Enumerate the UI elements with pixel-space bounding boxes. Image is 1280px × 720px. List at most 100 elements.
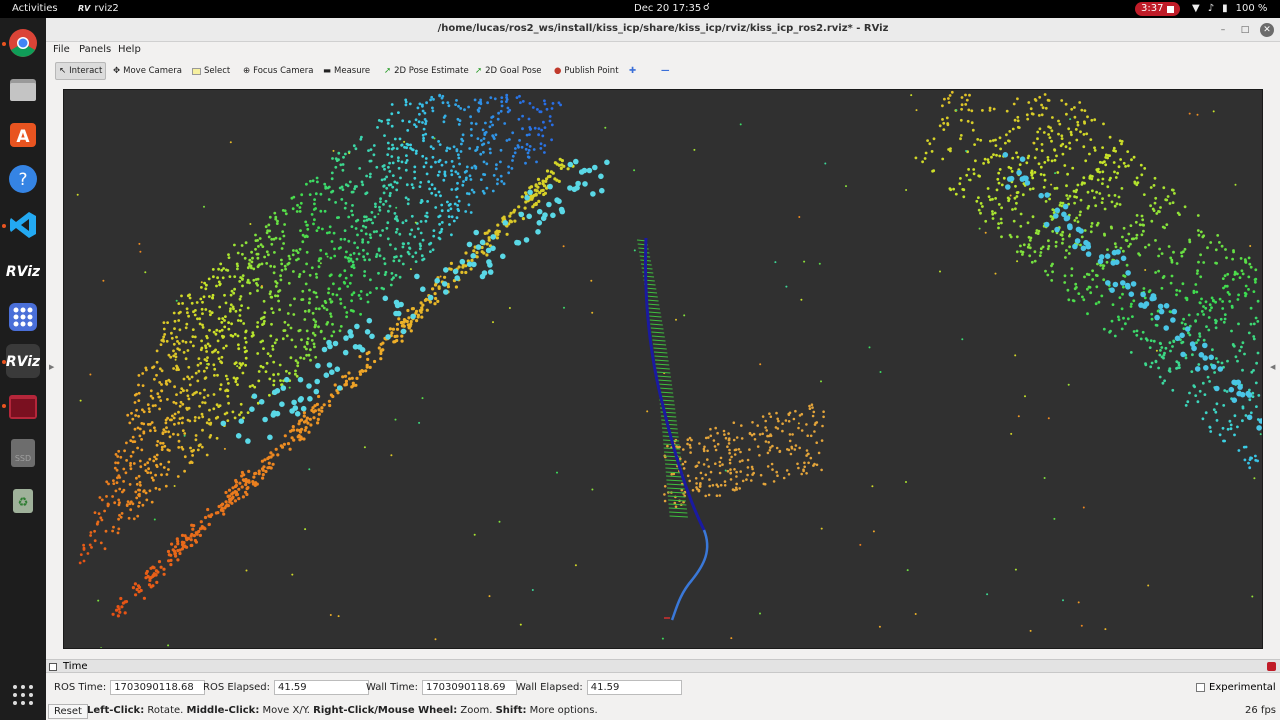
- experimental-checkbox[interactable]: [1196, 683, 1205, 692]
- point: [337, 151, 341, 155]
- point: [418, 309, 422, 313]
- activities-button[interactable]: Activities: [12, 3, 58, 14]
- point: [975, 199, 979, 203]
- close-button[interactable]: ✕: [1260, 23, 1274, 37]
- point: [764, 419, 767, 423]
- screen-recording-indicator[interactable]: 3:37: [1135, 2, 1181, 16]
- point: [1031, 176, 1035, 180]
- ros-elapsed-field[interactable]: 41.59: [274, 680, 369, 695]
- point: [859, 543, 862, 546]
- point: [133, 427, 137, 431]
- files-icon[interactable]: [6, 72, 40, 106]
- collapse-left-arrow-icon[interactable]: ▶: [49, 363, 54, 371]
- show-apps-grid-icon[interactable]: [6, 300, 40, 334]
- pose-estimate-tool[interactable]: ➚ 2D Pose Estimate: [381, 62, 472, 80]
- point: [712, 439, 716, 442]
- app-menu[interactable]: RV rviz2: [78, 3, 119, 14]
- panel-checkbox[interactable]: [49, 663, 57, 671]
- point: [962, 195, 966, 199]
- point: [775, 470, 778, 474]
- point: [238, 366, 242, 370]
- point: [278, 363, 282, 367]
- select-tool[interactable]: Select: [189, 62, 233, 80]
- wall-time-field[interactable]: 1703090118.69: [421, 680, 517, 695]
- vscode-icon[interactable]: [6, 208, 40, 242]
- maximize-button[interactable]: □: [1238, 23, 1252, 37]
- measure-label: Measure: [334, 66, 371, 76]
- point: [244, 241, 248, 245]
- point: [386, 221, 390, 225]
- collapse-right-arrow-icon[interactable]: ◀: [1270, 363, 1275, 371]
- point: [670, 472, 673, 476]
- point: [200, 525, 204, 529]
- focus-camera-tool[interactable]: ⊕ Focus Camera: [240, 62, 316, 80]
- point: [227, 256, 231, 259]
- wall-elapsed-field[interactable]: 41.59: [586, 680, 682, 695]
- goal-pose-tool[interactable]: ➚ 2D Goal Pose: [472, 62, 545, 80]
- point: [162, 572, 166, 576]
- clock[interactable]: Dec 20 17:35: [634, 3, 701, 14]
- menu-help[interactable]: Help: [118, 44, 141, 55]
- menu-panels[interactable]: Panels: [79, 44, 111, 55]
- ros-time-field[interactable]: 1703090118.68: [110, 680, 206, 695]
- point: [1215, 402, 1219, 406]
- point: [1038, 254, 1042, 257]
- point: [140, 438, 143, 441]
- point: [1225, 256, 1228, 260]
- point: [792, 417, 796, 421]
- interact-tool[interactable]: ↖ Interact: [55, 62, 107, 80]
- point: [1043, 161, 1047, 164]
- point: [204, 308, 208, 311]
- point: [1019, 156, 1026, 162]
- terminal-icon[interactable]: [6, 390, 40, 424]
- help-icon[interactable]: ?: [6, 162, 40, 196]
- time-panel-header[interactable]: Time: [46, 659, 1280, 673]
- point: [541, 179, 545, 183]
- point: [457, 123, 461, 126]
- move-camera-tool[interactable]: ✥ Move Camera: [110, 62, 185, 80]
- point: [438, 143, 442, 146]
- experimental-toggle[interactable]: Experimental: [1196, 682, 1276, 693]
- publish-point-tool[interactable]: ● Publish Point: [551, 62, 622, 80]
- point: [97, 599, 100, 602]
- window-titlebar[interactable]: /home/lucas/ros2_ws/install/kiss_icp/sha…: [46, 18, 1280, 42]
- add-tool-button[interactable]: ✚: [626, 62, 639, 80]
- menu-file[interactable]: File: [53, 44, 70, 55]
- point: [305, 234, 308, 238]
- point: [535, 160, 538, 164]
- point: [398, 137, 402, 141]
- minimize-button[interactable]: –: [1216, 23, 1230, 37]
- point: [89, 534, 92, 537]
- point: [198, 404, 202, 408]
- point: [338, 186, 342, 190]
- app-grid-icon[interactable]: [6, 678, 40, 712]
- point: [1190, 370, 1194, 373]
- rviz-icon[interactable]: RViz: [6, 254, 40, 288]
- point: [183, 434, 186, 437]
- render-viewport[interactable]: [63, 89, 1263, 649]
- point: [302, 414, 306, 418]
- ssd-drive-icon[interactable]: SSD: [6, 436, 40, 470]
- rviz-active-icon[interactable]: RViz: [6, 344, 40, 378]
- point: [1130, 281, 1137, 287]
- point: [149, 389, 153, 393]
- point: [347, 259, 351, 263]
- point: [1102, 122, 1105, 126]
- point: [346, 285, 350, 288]
- point: [394, 230, 398, 234]
- measure-tool[interactable]: ▬ Measure: [320, 62, 373, 80]
- point: [309, 358, 312, 362]
- software-icon[interactable]: A: [6, 116, 40, 150]
- remove-tool-button[interactable]: —: [658, 62, 673, 80]
- point: [1160, 252, 1164, 256]
- point: [691, 489, 695, 492]
- trash-icon[interactable]: ♻: [6, 482, 40, 516]
- point: [271, 462, 275, 466]
- panel-close-button[interactable]: [1267, 662, 1276, 671]
- point: [478, 106, 481, 110]
- reset-button[interactable]: Reset: [48, 704, 88, 719]
- point: [89, 531, 93, 534]
- system-tray[interactable]: ▼ ♪ ▮ 100 %: [1192, 3, 1267, 14]
- chrome-icon[interactable]: [6, 26, 40, 60]
- point: [481, 128, 485, 132]
